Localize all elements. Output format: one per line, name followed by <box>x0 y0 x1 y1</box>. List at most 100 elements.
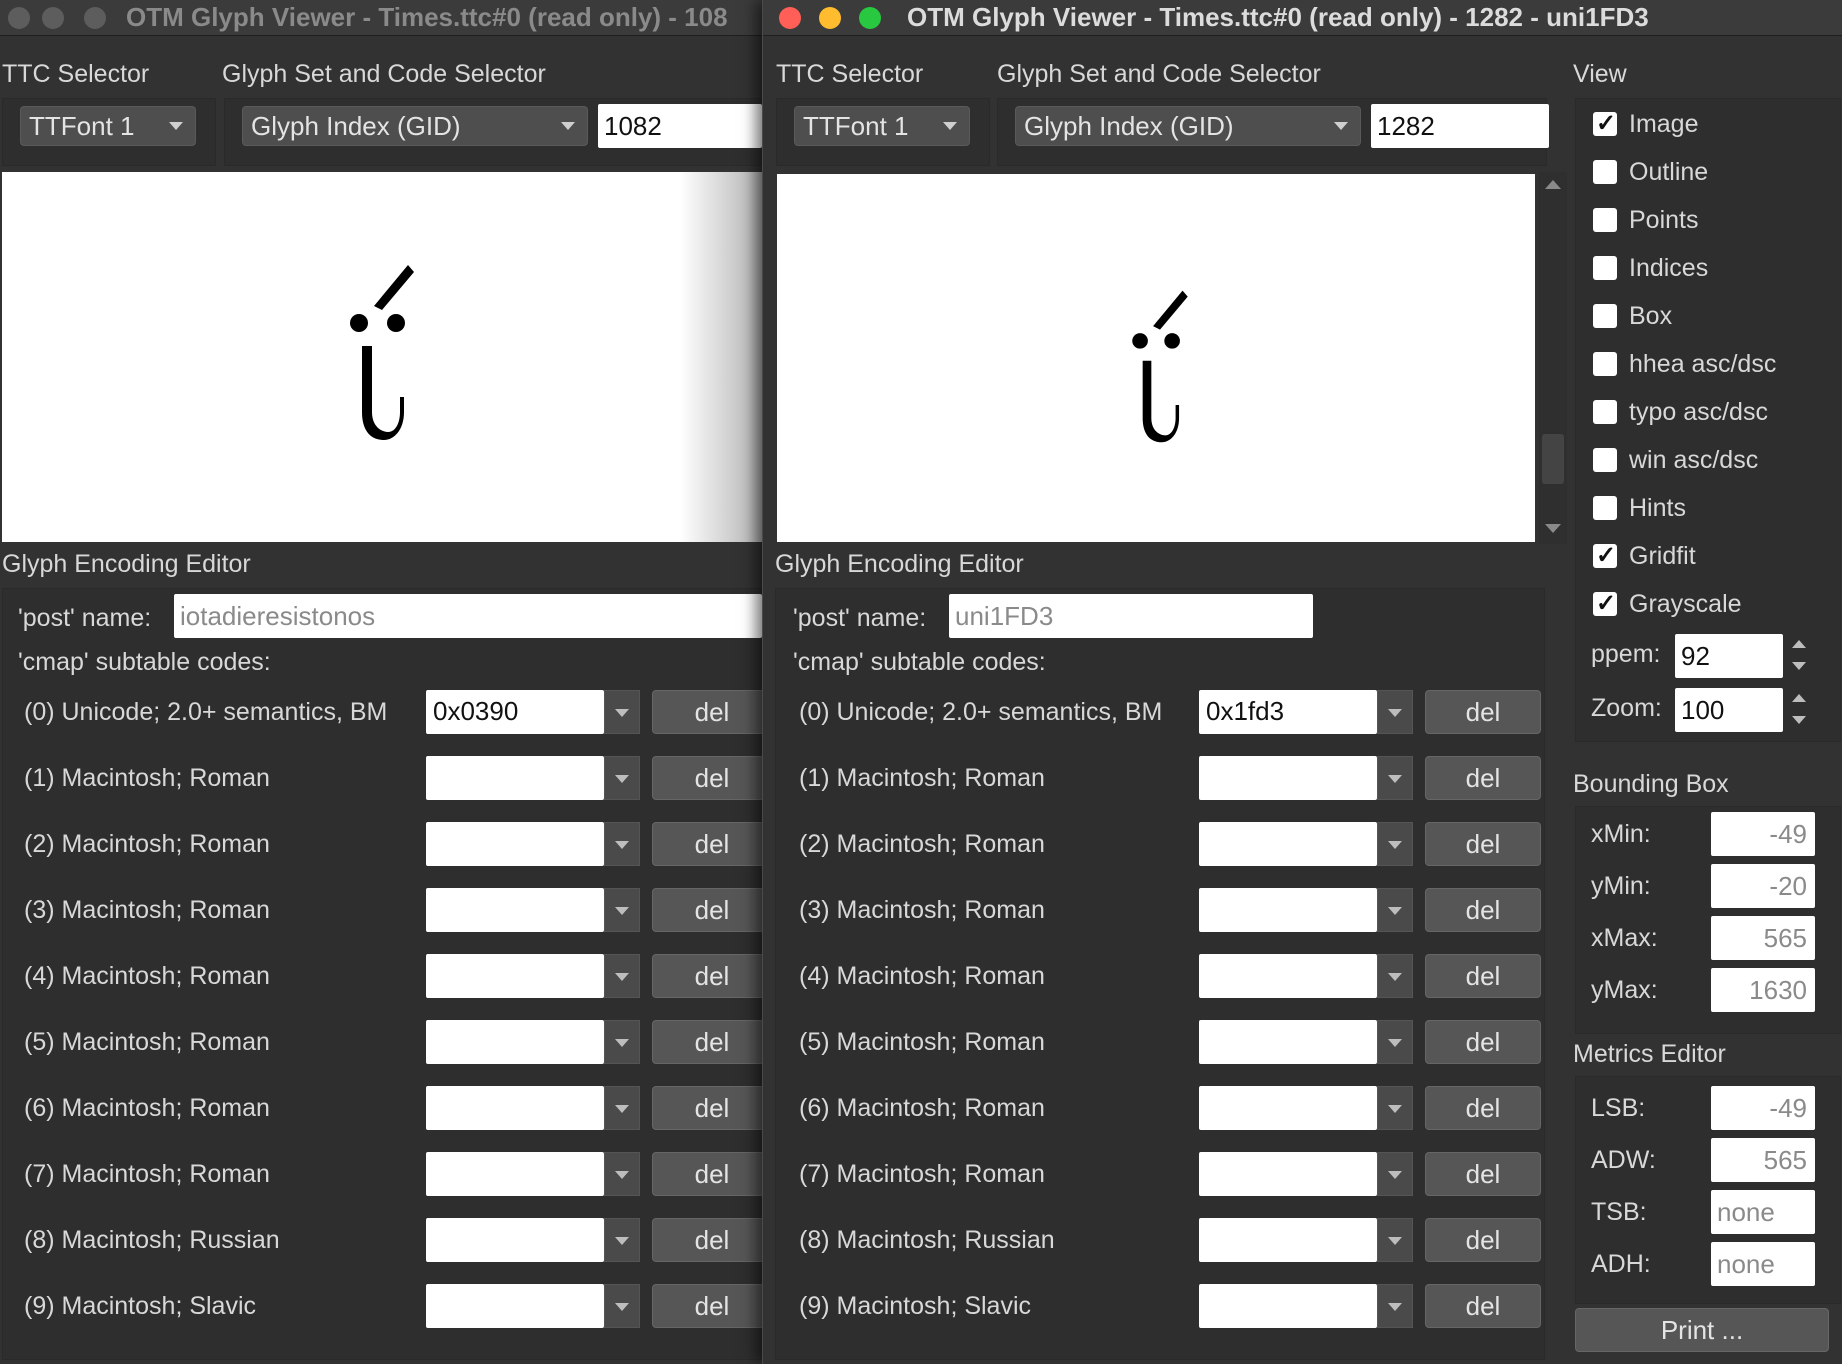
cmap-code-input[interactable] <box>426 954 604 998</box>
cmap-code-dropdown[interactable] <box>604 888 640 932</box>
del-button[interactable]: del <box>652 1152 762 1196</box>
cmap-code-input[interactable] <box>426 756 604 800</box>
del-button[interactable]: del <box>1425 822 1541 866</box>
del-button[interactable]: del <box>1425 1152 1541 1196</box>
cmap-code-dropdown[interactable] <box>1377 1086 1413 1130</box>
cmap-code-dropdown[interactable] <box>604 1218 640 1262</box>
cmap-code-input[interactable] <box>1199 1284 1377 1328</box>
zoom-stepper[interactable] <box>1787 688 1811 732</box>
del-button[interactable]: del <box>652 756 762 800</box>
gid-input[interactable]: 1282 <box>1371 104 1549 148</box>
hhea-checkbox[interactable] <box>1593 352 1617 376</box>
increment-icon[interactable] <box>1792 694 1806 702</box>
cmap-code-input[interactable] <box>1199 954 1377 998</box>
cmap-code-input[interactable] <box>1199 1218 1377 1262</box>
ttc-dropdown[interactable]: TTFont 1 <box>20 106 196 146</box>
hints-checkbox[interactable] <box>1593 496 1617 520</box>
glyph-set-dropdown[interactable]: Glyph Index (GID) <box>242 106 588 146</box>
cmap-code-dropdown[interactable] <box>604 1152 640 1196</box>
del-button[interactable]: del <box>1425 1284 1541 1328</box>
decrement-icon[interactable] <box>1792 716 1806 724</box>
zoom-button[interactable] <box>859 7 881 29</box>
zoom-input[interactable]: 100 <box>1675 688 1783 732</box>
del-button[interactable]: del <box>652 690 762 734</box>
cmap-code-input[interactable] <box>1199 1020 1377 1064</box>
decrement-icon[interactable] <box>1792 662 1806 670</box>
adh-input[interactable]: none <box>1711 1242 1815 1286</box>
glyph-canvas[interactable] <box>2 172 762 542</box>
close-button-inactive[interactable] <box>8 7 30 29</box>
cmap-code-dropdown[interactable] <box>1377 756 1413 800</box>
close-button[interactable] <box>779 7 801 29</box>
grayscale-checkbox[interactable]: ✓ <box>1593 590 1617 617</box>
cmap-code-input[interactable] <box>426 1218 604 1262</box>
cmap-code-dropdown[interactable] <box>604 1284 640 1328</box>
gridfit-checkbox[interactable]: ✓ <box>1593 542 1617 569</box>
scroll-down-icon[interactable] <box>1545 524 1561 533</box>
box-checkbox[interactable] <box>1593 304 1617 328</box>
cmap-code-dropdown[interactable] <box>1377 888 1413 932</box>
cmap-code-input[interactable] <box>426 1284 604 1328</box>
del-button[interactable]: del <box>1425 690 1541 734</box>
cmap-code-input[interactable] <box>426 822 604 866</box>
cmap-code-input[interactable] <box>1199 888 1377 932</box>
print-button[interactable]: Print ... <box>1575 1308 1829 1352</box>
del-button[interactable]: del <box>652 1218 762 1262</box>
tsb-input[interactable]: none <box>1711 1190 1815 1234</box>
cmap-code-dropdown[interactable] <box>604 1086 640 1130</box>
glyph-set-dropdown[interactable]: Glyph Index (GID) <box>1015 106 1361 146</box>
del-button[interactable]: del <box>652 888 762 932</box>
cmap-code-input[interactable] <box>426 1020 604 1064</box>
cmap-code-input[interactable] <box>1199 822 1377 866</box>
del-button[interactable]: del <box>1425 1020 1541 1064</box>
cmap-code-dropdown[interactable] <box>604 690 640 734</box>
cmap-code-dropdown[interactable] <box>1377 690 1413 734</box>
cmap-code-input[interactable] <box>426 1152 604 1196</box>
cmap-code-dropdown[interactable] <box>1377 822 1413 866</box>
cmap-code-dropdown[interactable] <box>1377 1152 1413 1196</box>
outline-checkbox[interactable] <box>1593 160 1617 184</box>
cmap-code-input[interactable]: 0x1fd3 <box>1199 690 1377 734</box>
front-window-titlebar[interactable]: OTM Glyph Viewer - Times.ttc#0 (read onl… <box>763 0 1842 36</box>
minimize-button-inactive[interactable] <box>42 7 64 29</box>
cmap-code-dropdown[interactable] <box>1377 1020 1413 1064</box>
cmap-code-dropdown[interactable] <box>1377 954 1413 998</box>
cmap-code-input[interactable] <box>1199 1086 1377 1130</box>
cmap-code-dropdown[interactable] <box>604 822 640 866</box>
cmap-code-dropdown[interactable] <box>1377 1218 1413 1262</box>
increment-icon[interactable] <box>1792 640 1806 648</box>
adw-input[interactable]: 565 <box>1711 1138 1815 1182</box>
del-button[interactable]: del <box>1425 1218 1541 1262</box>
cmap-code-input[interactable] <box>1199 756 1377 800</box>
canvas-scrollbar[interactable] <box>1539 172 1567 544</box>
cmap-code-dropdown[interactable] <box>1377 1284 1413 1328</box>
win-checkbox[interactable] <box>1593 448 1617 472</box>
points-checkbox[interactable] <box>1593 208 1617 232</box>
del-button[interactable]: del <box>1425 756 1541 800</box>
del-button[interactable]: del <box>652 1284 762 1328</box>
ppem-input[interactable]: 92 <box>1675 634 1783 678</box>
del-button[interactable]: del <box>652 1020 762 1064</box>
post-name-input[interactable]: uni1FD3 <box>949 594 1313 638</box>
glyph-canvas[interactable] <box>777 174 1535 542</box>
typo-checkbox[interactable] <box>1593 400 1617 424</box>
lsb-input[interactable]: -49 <box>1711 1086 1815 1130</box>
del-button[interactable]: del <box>1425 954 1541 998</box>
minimize-button[interactable] <box>819 7 841 29</box>
zoom-button-inactive[interactable] <box>84 7 106 29</box>
cmap-code-input[interactable] <box>426 888 604 932</box>
scroll-up-icon[interactable] <box>1545 180 1561 189</box>
post-name-input[interactable]: iotadieresistonos <box>174 594 762 638</box>
cmap-code-dropdown[interactable] <box>604 1020 640 1064</box>
cmap-code-dropdown[interactable] <box>604 756 640 800</box>
cmap-code-input[interactable] <box>1199 1152 1377 1196</box>
del-button[interactable]: del <box>1425 888 1541 932</box>
del-button[interactable]: del <box>652 822 762 866</box>
image-checkbox[interactable]: ✓ <box>1593 110 1617 137</box>
del-button[interactable]: del <box>1425 1086 1541 1130</box>
cmap-code-dropdown[interactable] <box>604 954 640 998</box>
back-window-titlebar[interactable]: OTM Glyph Viewer - Times.ttc#0 (read onl… <box>0 0 762 36</box>
cmap-code-input[interactable] <box>426 1086 604 1130</box>
indices-checkbox[interactable] <box>1593 256 1617 280</box>
ppem-stepper[interactable] <box>1787 634 1811 678</box>
